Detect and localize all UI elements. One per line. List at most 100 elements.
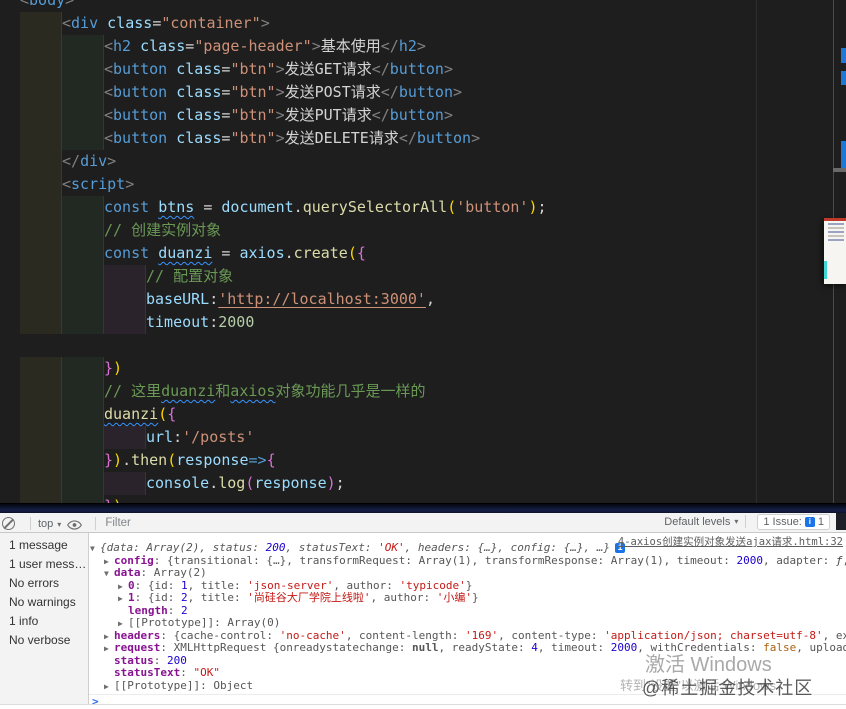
indent-guide [62,357,104,380]
disclosure-arrow-icon[interactable]: ▶ [118,618,128,630]
console-prompt[interactable]: > [89,694,846,704]
gutter-space [0,380,20,403]
disclosure-arrow-icon[interactable]: ▶ [104,681,114,693]
console-token: 200 [167,654,187,667]
disclosure-arrow-icon[interactable]: ▼ [104,568,114,580]
default-levels-dropdown[interactable]: Default levels ▾ [664,516,738,528]
code-line[interactable]: const btns = document. querySelectorAll('… [0,196,846,219]
code-line[interactable]: // 这里 duanzi 和 axios 对象功能几乎是一样的 [0,380,846,403]
sidebar-filter-item[interactable]: 1 user mess… [0,555,88,574]
sidebar-filter-item[interactable]: No warnings [0,593,88,612]
sidebar-filter-item[interactable]: 1 info [0,612,88,631]
code-token: { [356,244,366,262]
code-token: response [176,451,249,469]
indent-guide [62,219,104,242]
indent-guide [20,288,62,311]
disclosure-arrow-icon[interactable]: ▶ [104,643,114,655]
code-line[interactable]: }). then(response =>{ [0,449,846,472]
issues-button[interactable]: 1 Issue: i 1 [757,513,830,530]
code-line[interactable]: baseURL:'http://localhost:3000', [0,288,846,311]
console-row[interactable]: ▶ request: XMLHttpRequest {onreadystatech… [89,642,846,655]
code-line[interactable] [0,334,846,357]
console-token: 4 [531,642,538,654]
disclosure-arrow-icon[interactable]: ▼ [90,543,100,555]
code-token: button [416,129,472,147]
code-token: </ [62,152,81,170]
console-token: : {transitional: {…}, transformRequest: … [153,554,737,567]
code-token: 基本使用 [320,37,381,55]
console-row[interactable]: ▶ [[Prototype]]: Object [89,680,846,693]
code-lines: < body > < div class = "container" > < h2 class = "… [0,0,846,513]
code-token: < [20,0,30,9]
page-preview-thumbnail[interactable] [824,218,846,284]
disclosure-arrow-icon[interactable]: ▶ [118,581,128,593]
code-line[interactable]: < div class = "container" > [0,12,846,35]
code-token: = [221,60,231,78]
code-line[interactable]: < script > [0,173,846,196]
console-row[interactable]: ▼ data: Array(2) [89,567,846,580]
code-token: { [266,451,276,469]
editor-divider[interactable] [833,168,846,172]
eye-icon[interactable] [67,520,83,530]
console-token: , withCredentials: [637,642,764,654]
console-row: status: 200 [89,655,846,668]
console-token: 1 [180,579,188,592]
overview-ruler-mark[interactable] [841,141,846,168]
sidebar-filter-item[interactable]: No errors [0,574,88,593]
overview-ruler-mark[interactable] [841,71,846,85]
code-line[interactable]: // 配置对象 [0,265,846,288]
console-token: : [153,654,167,667]
chevron-down-icon: ▾ [734,517,739,526]
code-line[interactable]: url: '/posts' [0,426,846,449]
console-row[interactable]: ▶ [[Prototype]]: Array(0) [89,617,846,630]
console-row[interactable]: ▶ headers: {cache-control: 'no-cache', co… [89,630,846,643]
console-token: request [114,642,161,654]
code-line[interactable]: < h2 class = "page-header" > 基本使用 </h2 > [0,35,846,58]
console-token: '小编' [436,592,472,604]
code-line[interactable]: // 创建实例对象 [0,219,846,242]
disclosure-arrow-icon[interactable]: ▶ [118,593,128,605]
code-token: // 这里 [104,382,162,400]
indent-guide [20,127,62,150]
frame-context-dropdown[interactable]: top ▾ [38,518,61,530]
code-line[interactable]: }) [0,357,846,380]
gutter-space [0,472,20,495]
disclosure-arrow-icon[interactable]: ▶ [104,556,114,568]
indent-guide [20,311,62,334]
code-token: const [104,244,150,262]
clear-console-icon[interactable] [2,517,15,530]
indent-guide [20,265,62,288]
console-row[interactable]: ▶ 0: {id: 1, title: 'json-server', author… [89,580,846,593]
disclosure-arrow-icon[interactable]: ▶ [104,631,114,643]
code-token: url [146,428,174,446]
overview-ruler-mark[interactable] [841,48,846,63]
code-line[interactable]: </div > [0,150,846,173]
console-row[interactable]: ▶ config: {transitional: {…}, transformRe… [89,555,846,568]
code-line[interactable]: timeout:2000 [0,311,846,334]
gutter-space [0,0,20,12]
code-token: > [443,106,453,124]
code-line[interactable]: < button class = "btn" > 发送PUT请求 </button > [0,104,846,127]
console-row[interactable]: ▶ 1: {id: 2, title: '尚硅谷大厂学院上线啦', author:… [89,592,846,605]
code-token: ( [447,198,457,216]
sidebar-filter-item[interactable]: No verbose [0,631,88,650]
code-line[interactable]: < button class = "btn" > 发送POST请求 </button > [0,81,846,104]
console-token: , content-type: [498,629,605,642]
sidebar-filter-item[interactable]: 1 message [0,536,88,555]
indent-guide [20,58,62,81]
indent-guide [62,127,104,150]
filter-input[interactable] [103,516,348,530]
code-token: > [275,60,285,78]
source-link[interactable]: 4-axios创建实例对象发送ajax请求.html:32 [618,534,843,549]
code-line[interactable]: console. log(response); [0,472,846,495]
code-line[interactable]: duanzi({ [0,403,846,426]
console-token: 200 [265,542,286,554]
gutter-space [0,219,20,242]
code-line[interactable]: < button class = "btn" > 发送DELETE请求 </button > [0,127,846,150]
code-token: then [131,451,168,469]
code-token: { [167,405,177,423]
code-line[interactable]: < body > [0,0,846,12]
code-line[interactable]: < button class = "btn" > 发送GET请求 </button > [0,58,846,81]
code-line[interactable]: const duanzi = axios. create({ [0,242,846,265]
